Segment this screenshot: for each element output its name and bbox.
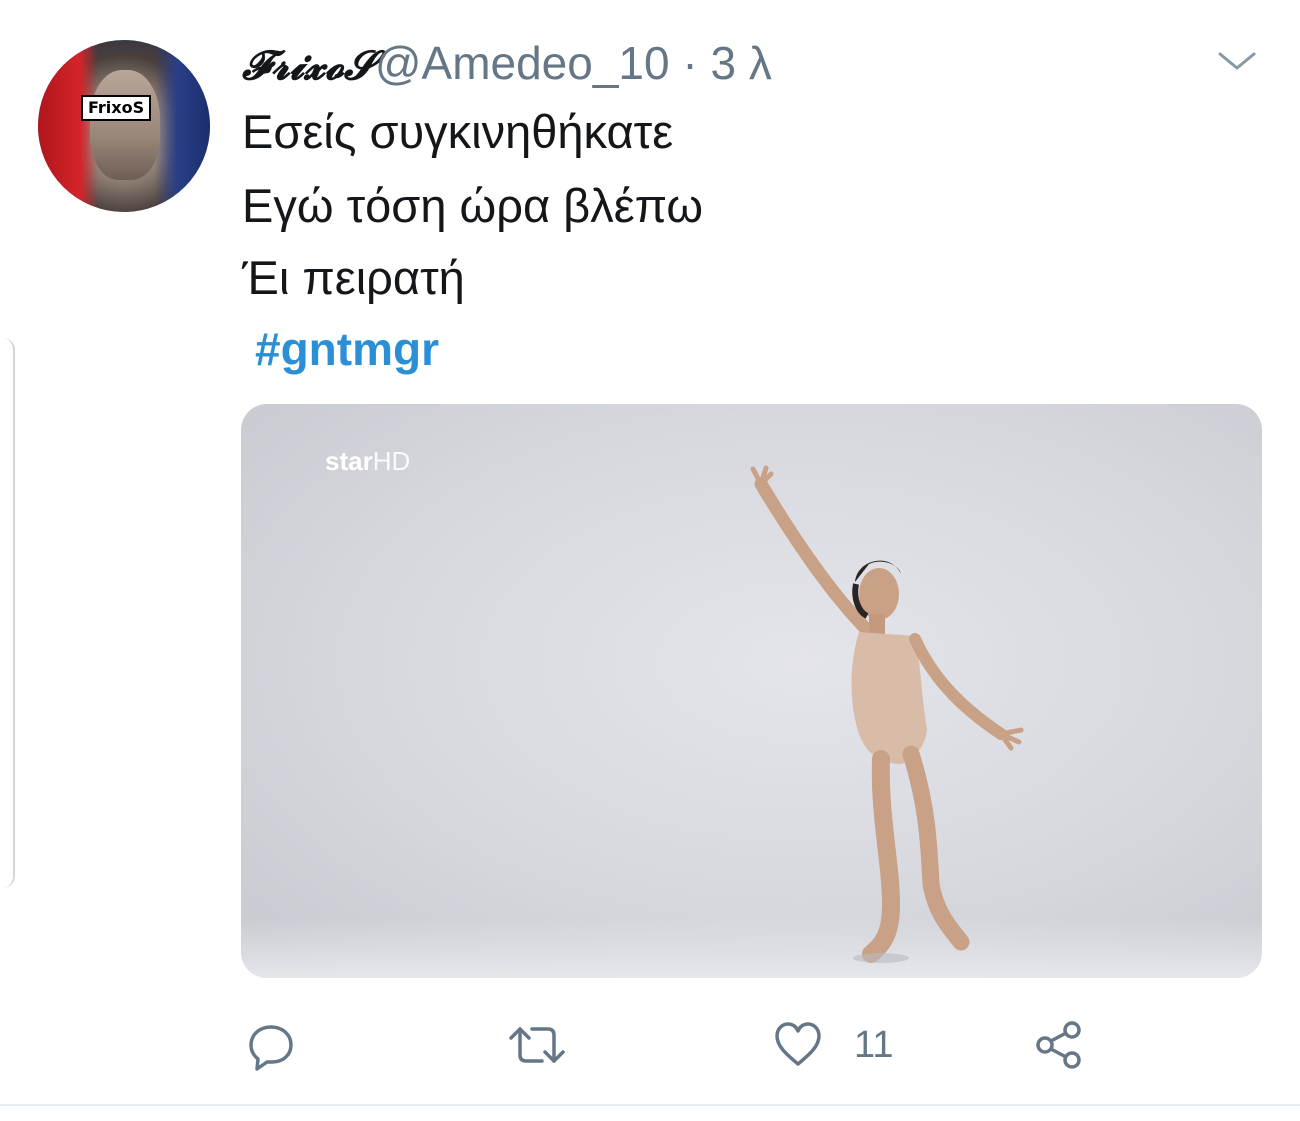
display-name[interactable]: 𝓕𝓻𝓲𝔁𝓸𝓢 [242,42,375,89]
tweet-text-line-1: Εσείς συγκινηθήκατε [242,105,674,158]
like-button[interactable]: 11 [772,1010,893,1080]
like-count: 11 [854,1023,894,1066]
tweet-text-line-3: Έι πειρατή [242,251,465,304]
hashtag-link[interactable]: #gntmgr [255,322,439,376]
retweet-button[interactable] [508,1010,566,1080]
channel-logo: starHD [325,446,411,476]
handle-and-time[interactable]: @Amedeo_10 · 3 λ [375,36,772,90]
avatar[interactable]: FrixoS [38,40,210,212]
side-panel-edge [0,338,15,888]
share-button[interactable] [1034,1010,1086,1080]
tweet-header: 𝓕𝓻𝓲𝔁𝓸𝓢 @Amedeo_10 · 3 λ [242,36,772,94]
chevron-down-icon[interactable] [1214,46,1260,76]
tweet-text-line-2: Εγώ τόση ώρα βλέπω [242,179,704,232]
heart-icon [775,1022,821,1066]
avatar-label: FrixoS [81,95,152,121]
reply-icon [249,1025,293,1071]
tweet-actions-bar: 11 [0,1010,1300,1080]
divider [0,1104,1300,1106]
dancer-figure [750,465,1024,963]
retweet-icon [509,1027,565,1063]
reply-button[interactable] [245,1010,297,1080]
tweet-card[interactable]: FrixoS 𝓕𝓻𝓲𝔁𝓸𝓢 @Amedeo_10 · 3 λ Εσείς συγ… [0,0,1300,1121]
tweet-media-image[interactable]: starHD [241,404,1262,978]
share-icon [1036,1021,1081,1069]
